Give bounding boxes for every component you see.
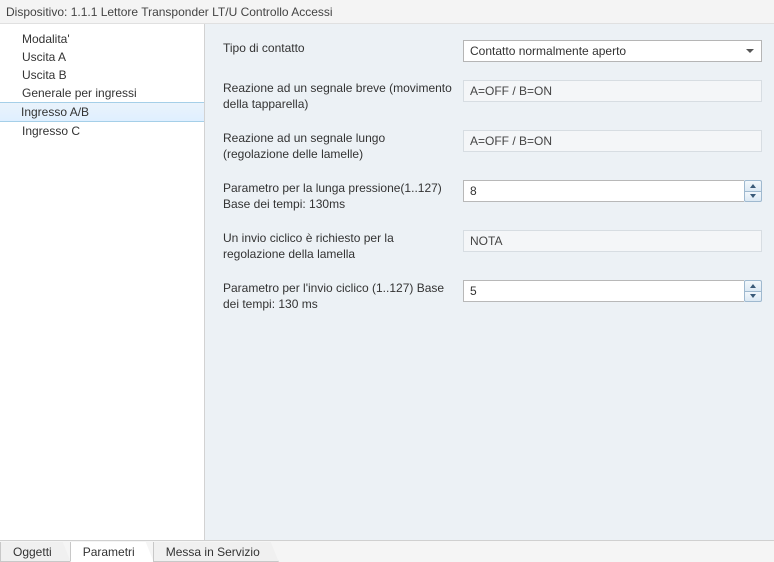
chevron-down-icon xyxy=(750,194,756,198)
label-invio-ciclico: Parametro per l'invio ciclico (1..127) B… xyxy=(223,280,463,312)
row-tipo-contatto: Tipo di contatto Contatto normalmente ap… xyxy=(223,40,762,62)
label-lunga-pressione: Parametro per la lunga pressione(1..127)… xyxy=(223,180,463,212)
chevron-up-icon xyxy=(750,284,756,288)
dropdown-tipo-contatto[interactable]: Contatto normalmente aperto xyxy=(463,40,762,62)
window-title: Dispositivo: 1.1.1 Lettore Transponder L… xyxy=(0,0,774,24)
label-invio-ciclico-richiesto: Un invio ciclico è richiesto per la rego… xyxy=(223,230,463,262)
chevron-up-icon xyxy=(750,184,756,188)
sidebar-item-uscita-b[interactable]: Uscita B xyxy=(0,66,204,84)
bottom-tabs: Oggetti Parametri Messa in Servizio xyxy=(0,540,774,562)
input-invio-ciclico[interactable] xyxy=(463,280,744,302)
row-reazione-breve: Reazione ad un segnale breve (movimento … xyxy=(223,80,762,112)
value-invio-ciclico-richiesto: NOTA xyxy=(463,230,762,252)
dropdown-wrap-tipo-contatto: Contatto normalmente aperto xyxy=(463,40,762,62)
spin-down-invio-ciclico[interactable] xyxy=(744,291,762,303)
spin-down-lunga-pressione[interactable] xyxy=(744,191,762,203)
sidebar-item-ingresso-c[interactable]: Ingresso C xyxy=(0,122,204,140)
row-invio-ciclico-richiesto: Un invio ciclico è richiesto per la rego… xyxy=(223,230,762,262)
row-invio-ciclico: Parametro per l'invio ciclico (1..127) B… xyxy=(223,280,762,312)
spin-buttons-invio-ciclico xyxy=(744,280,762,302)
spin-up-lunga-pressione[interactable] xyxy=(744,180,762,191)
tab-messa-in-servizio[interactable]: Messa in Servizio xyxy=(153,542,279,562)
main-area: Modalita' Uscita A Uscita B Generale per… xyxy=(0,24,774,540)
sidebar-item-uscita-a[interactable]: Uscita A xyxy=(0,48,204,66)
sidebar-item-modalita[interactable]: Modalita' xyxy=(0,30,204,48)
spinner-invio-ciclico xyxy=(463,280,762,302)
parameter-panel: Tipo di contatto Contatto normalmente ap… xyxy=(205,24,774,540)
tab-parametri[interactable]: Parametri xyxy=(70,542,154,562)
chevron-down-icon xyxy=(750,294,756,298)
value-reazione-lungo: A=OFF / B=ON xyxy=(463,130,762,152)
sidebar-item-generale-ingressi[interactable]: Generale per ingressi xyxy=(0,84,204,102)
row-lunga-pressione: Parametro per la lunga pressione(1..127)… xyxy=(223,180,762,212)
label-reazione-lungo: Reazione ad un segnale lungo (regolazion… xyxy=(223,130,463,162)
tab-oggetti[interactable]: Oggetti xyxy=(0,542,71,562)
sidebar-item-ingresso-ab[interactable]: Ingresso A/B xyxy=(0,102,204,122)
spin-buttons-lunga-pressione xyxy=(744,180,762,202)
spin-up-invio-ciclico[interactable] xyxy=(744,280,762,291)
spinner-lunga-pressione xyxy=(463,180,762,202)
input-lunga-pressione[interactable] xyxy=(463,180,744,202)
value-reazione-breve: A=OFF / B=ON xyxy=(463,80,762,102)
label-tipo-contatto: Tipo di contatto xyxy=(223,40,463,62)
sidebar: Modalita' Uscita A Uscita B Generale per… xyxy=(0,24,205,540)
label-reazione-breve: Reazione ad un segnale breve (movimento … xyxy=(223,80,463,112)
row-reazione-lungo: Reazione ad un segnale lungo (regolazion… xyxy=(223,130,762,162)
